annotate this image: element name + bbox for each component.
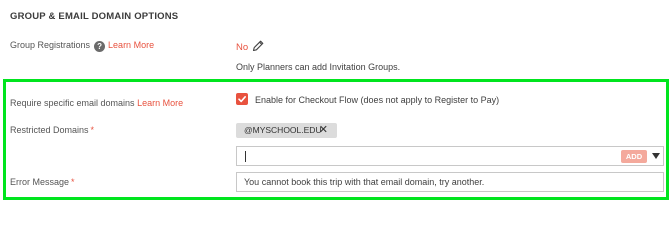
- group-registrations-label: Group Registrations: [10, 40, 91, 50]
- group-registrations-row: Group Registrations? Learn More: [10, 40, 154, 52]
- remove-tag-icon[interactable]: ✕: [319, 123, 328, 138]
- domain-tag: @MYSCHOOL.EDU ✕: [236, 123, 337, 138]
- restricted-domains-row: Restricted Domains *: [10, 125, 94, 135]
- group-registrations-note: Only Planners can add Invitation Groups.: [236, 62, 401, 72]
- restricted-domains-label: Restricted Domains: [10, 125, 89, 135]
- required-mark: *: [90, 125, 95, 135]
- required-mark: *: [71, 177, 75, 187]
- dropdown-arrow-icon[interactable]: [652, 153, 660, 159]
- domain-input[interactable]: ADD: [236, 146, 664, 166]
- error-message-label: Error Message: [10, 177, 70, 187]
- domain-tag-label: @MYSCHOOL.EDU: [244, 125, 322, 135]
- group-registrations-learn-more-link[interactable]: Learn More: [108, 40, 154, 50]
- section-title: GROUP & EMAIL DOMAIN OPTIONS: [10, 11, 179, 22]
- group-registrations-value: No: [236, 42, 249, 53]
- error-message-row: Error Message *: [10, 177, 75, 187]
- add-domain-button[interactable]: ADD: [621, 150, 647, 163]
- require-domains-learn-more-link[interactable]: Learn More: [137, 98, 183, 108]
- require-domains-label: Require specific email domains: [10, 98, 135, 108]
- checkout-flow-checkbox-label: Enable for Checkout Flow (does not apply…: [255, 95, 500, 105]
- checkout-flow-checkbox[interactable]: [236, 93, 248, 105]
- error-message-input[interactable]: You cannot book this trip with that emai…: [236, 172, 664, 192]
- require-domains-row: Require specific email domains Learn Mor…: [10, 98, 183, 108]
- pencil-icon[interactable]: [251, 39, 265, 53]
- text-cursor: [245, 151, 246, 162]
- checkmark-icon: [238, 96, 246, 103]
- help-icon[interactable]: ?: [94, 41, 106, 52]
